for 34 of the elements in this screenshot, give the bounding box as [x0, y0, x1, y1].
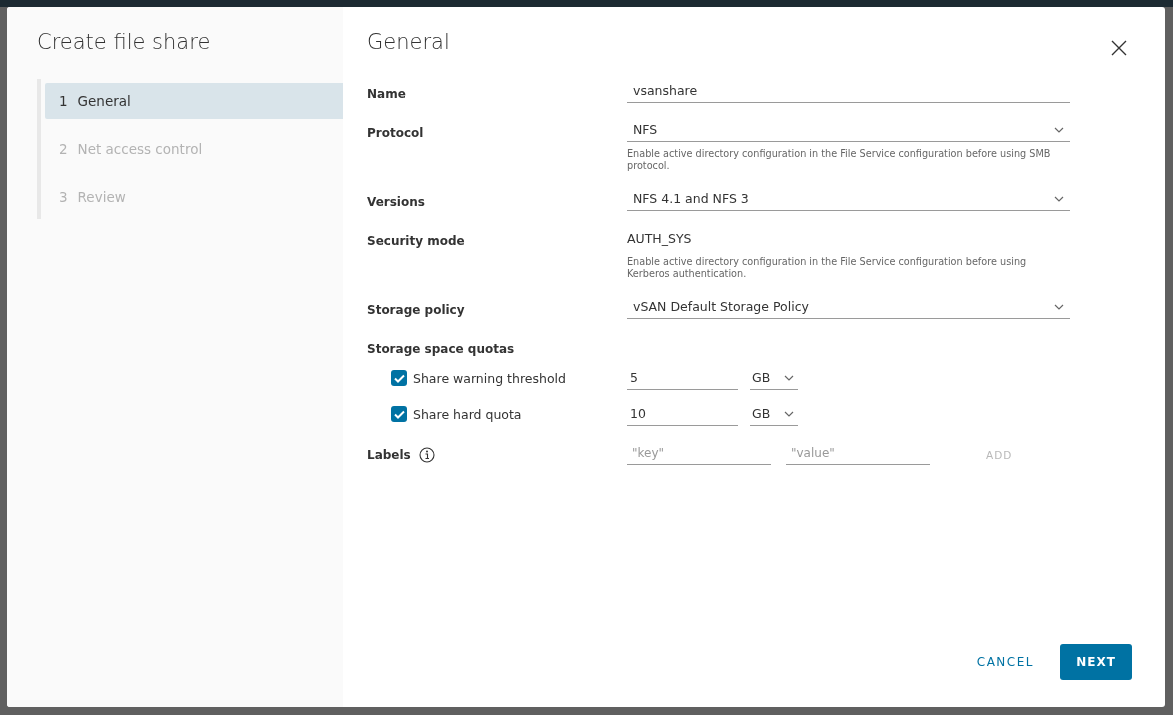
field-label: Storage policy — [367, 302, 466, 317]
field-label: Labels — [367, 448, 411, 462]
chevron-down-icon — [1054, 126, 1064, 133]
close-icon[interactable] — [1111, 40, 1127, 56]
cancel-button[interactable]: CANCEL — [976, 645, 1034, 679]
next-button[interactable]: NEXT — [1060, 644, 1132, 680]
quota-field[interactable]: 10 — [627, 402, 738, 426]
chevron-down-icon — [784, 374, 794, 381]
select-field[interactable]: NFS 4.1 and NFS 3 — [627, 187, 1070, 211]
name-field[interactable]: vsanshare — [627, 79, 1070, 103]
checkbox[interactable] — [391, 370, 407, 386]
checkbox-label: Share warning threshold — [413, 370, 566, 386]
field-label: Security mode — [367, 233, 466, 248]
checkbox-label: Share hard quota — [413, 406, 522, 422]
field-label: Name — [367, 86, 407, 101]
page-title: General — [367, 29, 450, 55]
dialog-title: Create file share — [37, 29, 211, 55]
chevron-down-icon — [1054, 195, 1064, 202]
wizard-step[interactable]: 1 General — [45, 83, 343, 119]
select-field[interactable]: NFS — [627, 118, 1070, 142]
field-label: Versions — [367, 194, 426, 209]
chevron-down-icon — [784, 410, 794, 417]
unit-select[interactable]: GB — [750, 402, 798, 426]
section-label: Storage space quotas — [367, 341, 516, 356]
quota-field[interactable]: 5 — [627, 366, 738, 390]
checkbox[interactable] — [391, 406, 407, 422]
help-text: Enable active directory configuration in the File Service configuration before using Kerberos authentication. — [627, 256, 1028, 280]
select-field[interactable]: vSAN Default Storage Policy — [627, 295, 1070, 319]
field-label: Protocol — [367, 125, 425, 140]
chevron-down-icon — [1054, 303, 1064, 310]
help-text: Enable active directory configuration in the File Service configuration before using SMB protocol. — [627, 148, 1052, 172]
unit-select[interactable]: GB — [750, 366, 798, 390]
info-icon[interactable] — [418, 447, 435, 463]
field-value: AUTH_SYS — [627, 229, 693, 248]
